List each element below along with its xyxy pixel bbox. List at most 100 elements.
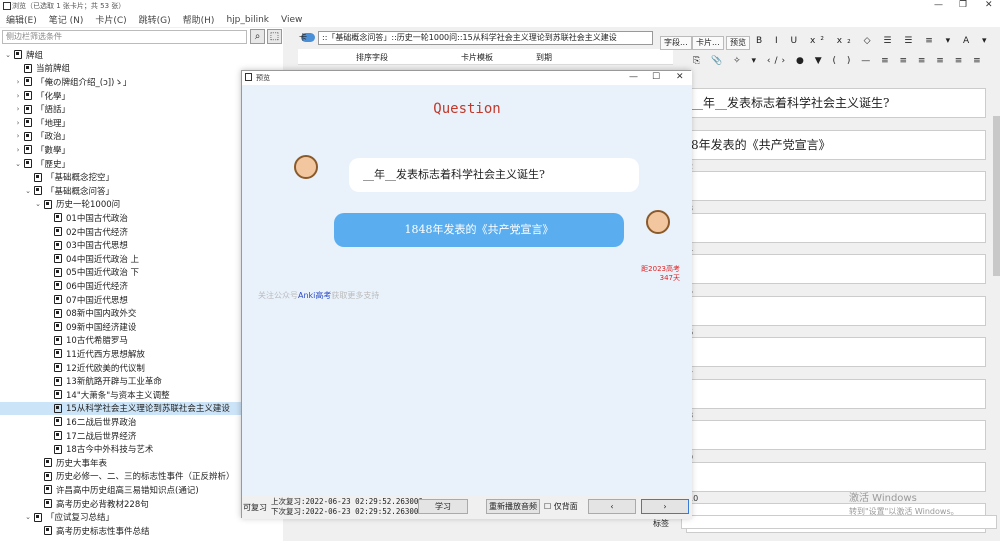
format-toolbar[interactable]: B I U x² x₂ ◇ ☰ ☰ ≡ ▾ A ▾ ✎ ▾ bbox=[756, 36, 1000, 46]
deck-icon bbox=[54, 417, 62, 427]
format-toolbar-row2[interactable]: ⎘ 📎 ✧ ▾ ‹/› ● ▼ ( ) — ≡ ≡ ≡ ≡ ≡ ≡ bbox=[693, 56, 985, 66]
prev-card-button[interactable]: ‹ bbox=[588, 499, 636, 514]
cards-button[interactable]: 卡片... bbox=[692, 36, 724, 50]
deck-icon bbox=[24, 118, 32, 128]
windows-activation-watermark: 激活 Windows 转到"设置"以激活 Windows。 bbox=[849, 492, 959, 518]
field-input[interactable] bbox=[686, 254, 986, 284]
review-info: 上次复习:2022-06-23 02:29:52.263000 下次复习:202… bbox=[271, 497, 423, 517]
deck-tree-label: 「基础概念问答」 bbox=[46, 186, 115, 197]
deck-icon bbox=[24, 159, 32, 169]
col-card-template[interactable]: 卡片模板 bbox=[461, 52, 493, 63]
deck-icon bbox=[54, 431, 62, 441]
deck-icon bbox=[44, 471, 52, 481]
deck-icon bbox=[54, 308, 62, 318]
app-icon bbox=[3, 2, 11, 10]
editor-scrollbar[interactable] bbox=[993, 116, 1000, 276]
menu-cards[interactable]: 卡片(C) bbox=[95, 13, 126, 26]
deck-tree-label: 「应试复习总结」 bbox=[46, 513, 115, 524]
replay-audio-button[interactable]: 重新播放音频 bbox=[486, 499, 540, 514]
preview-button[interactable]: 预览 bbox=[726, 36, 750, 50]
deck-icon bbox=[54, 295, 62, 305]
deck-icon bbox=[24, 91, 32, 101]
chevron-down-icon[interactable]: ⌄ bbox=[24, 513, 32, 521]
menu-hjp-bilink[interactable]: hjp_bilink bbox=[226, 15, 269, 25]
menu-edit[interactable]: 编辑(E) bbox=[6, 13, 37, 26]
next-review: 下次复习:2022-06-23 02:29:52.263000 bbox=[271, 507, 423, 516]
question-bubble: __年__发表标志着科学社会主义诞生? bbox=[349, 158, 639, 192]
next-card-button[interactable]: › bbox=[641, 499, 689, 514]
deck-tree-label: 15从科学社会主义理论到苏联社会主义建设 bbox=[66, 404, 230, 415]
close-icon[interactable]: ✕ bbox=[676, 72, 684, 82]
chevron-right-icon[interactable]: › bbox=[14, 78, 22, 86]
deck-icon bbox=[14, 50, 22, 60]
chevron-down-icon[interactable]: ⌄ bbox=[14, 160, 22, 168]
field-input[interactable] bbox=[686, 212, 986, 243]
chevron-down-icon[interactable]: ⌄ bbox=[24, 187, 32, 195]
chevron-right-icon[interactable]: › bbox=[14, 132, 22, 140]
question-heading: Question bbox=[433, 101, 501, 117]
menu-notes[interactable]: 笔记 (N) bbox=[49, 13, 84, 26]
deck-icon bbox=[54, 363, 62, 373]
deck-tree-label: 13新航路开辟与工业革命 bbox=[66, 377, 162, 388]
deck-icon bbox=[44, 526, 52, 536]
deck-tree-label: 「歷史」 bbox=[36, 159, 71, 170]
field-input[interactable] bbox=[686, 171, 986, 201]
select-tool-icon[interactable]: ⬚ bbox=[267, 29, 282, 44]
chevron-right-icon[interactable]: › bbox=[14, 146, 22, 154]
countdown-days: 347天 bbox=[659, 274, 680, 282]
deck-tree-item[interactable]: ⌄ 牌组 bbox=[0, 48, 283, 62]
deck-tree-label: 历史大事年表 bbox=[56, 458, 108, 469]
promo-link[interactable]: Anki高考 bbox=[298, 291, 331, 300]
app-icon bbox=[245, 73, 252, 81]
deck-icon bbox=[54, 349, 62, 359]
field-input[interactable] bbox=[686, 420, 986, 450]
search-bar[interactable]: ::「基础概念问答」::历史一轮1000问::15从科学社会主义理论到苏联社会主… bbox=[318, 31, 653, 45]
chevron-right-icon[interactable]: › bbox=[14, 92, 22, 100]
deck-tree-item[interactable]: 高考历史标志性事件总结 bbox=[0, 524, 283, 538]
toggle-label: 卡 bbox=[299, 33, 307, 42]
watermark-line1: 激活 Windows bbox=[849, 493, 917, 504]
col-sort-field[interactable]: 排序字段 bbox=[356, 52, 388, 63]
deck-tree-label: 历史一轮1000问 bbox=[56, 200, 121, 211]
field-input[interactable]: __年__发表标志着科学社会主义诞生? bbox=[686, 88, 986, 118]
menu-go[interactable]: 跳转(G) bbox=[139, 13, 171, 26]
deck-icon bbox=[54, 281, 62, 291]
chevron-down-icon[interactable]: ⌄ bbox=[34, 200, 42, 208]
menu-help[interactable]: 帮助(H) bbox=[183, 13, 215, 26]
field-input[interactable] bbox=[686, 461, 986, 492]
deck-tree-label: 「俺の牌组介绍_(ɔ])ゝ」 bbox=[36, 77, 132, 88]
field-input[interactable] bbox=[686, 295, 986, 326]
deck-tree-label: 「化學」 bbox=[36, 91, 71, 102]
deck-tree-label: 高考历史必背教材228句 bbox=[56, 499, 149, 510]
maximize-icon[interactable]: ❐ bbox=[959, 0, 967, 10]
deck-tree-label: 09新中国经济建设 bbox=[66, 322, 137, 333]
deck-tree-label: 牌组 bbox=[26, 50, 44, 61]
back-only-label: 仅背面 bbox=[553, 502, 578, 511]
learn-button[interactable]: 学习 bbox=[418, 499, 468, 514]
deck-icon bbox=[24, 131, 32, 141]
deck-tree-label: 16二战后世界政治 bbox=[66, 417, 137, 428]
field-input[interactable] bbox=[686, 337, 986, 367]
sidebar-filter-input[interactable]: 侧边栏筛选条件 bbox=[2, 30, 247, 44]
col-due[interactable]: 到期 bbox=[536, 52, 552, 63]
chevron-right-icon[interactable]: › bbox=[14, 119, 22, 127]
maximize-icon[interactable]: ☐ bbox=[652, 72, 660, 82]
preview-dialog: 预览 — ☐ ✕ Question __年__发表标志着科学社会主义诞生? 18… bbox=[241, 70, 692, 519]
minimize-icon[interactable]: — bbox=[629, 72, 638, 82]
chevron-down-icon[interactable]: ⌄ bbox=[4, 51, 12, 59]
deck-icon bbox=[54, 390, 62, 400]
chevron-right-icon[interactable]: › bbox=[14, 105, 22, 113]
minimize-icon[interactable]: — bbox=[934, 0, 943, 10]
menu-view[interactable]: View bbox=[281, 15, 302, 25]
preview-card: Question __年__发表标志着科学社会主义诞生? 1848年发表的《共产… bbox=[242, 85, 692, 495]
close-icon[interactable]: ✕ bbox=[985, 0, 993, 10]
deck-icon bbox=[24, 63, 32, 73]
field-input[interactable] bbox=[686, 378, 986, 409]
deck-tree-label: 07中国近代思想 bbox=[66, 295, 128, 306]
deck-tree-label: 04中国近代政治 上 bbox=[66, 254, 140, 265]
back-only-checkbox[interactable]: ☐ 仅背面 bbox=[544, 501, 578, 512]
countdown-label: 距2023高考 bbox=[641, 265, 680, 273]
search-icon[interactable]: ⌕ bbox=[250, 29, 265, 44]
field-input[interactable]: 8年发表的《共产党宣言》 bbox=[686, 129, 986, 160]
fields-button[interactable]: 字段... bbox=[660, 36, 692, 50]
